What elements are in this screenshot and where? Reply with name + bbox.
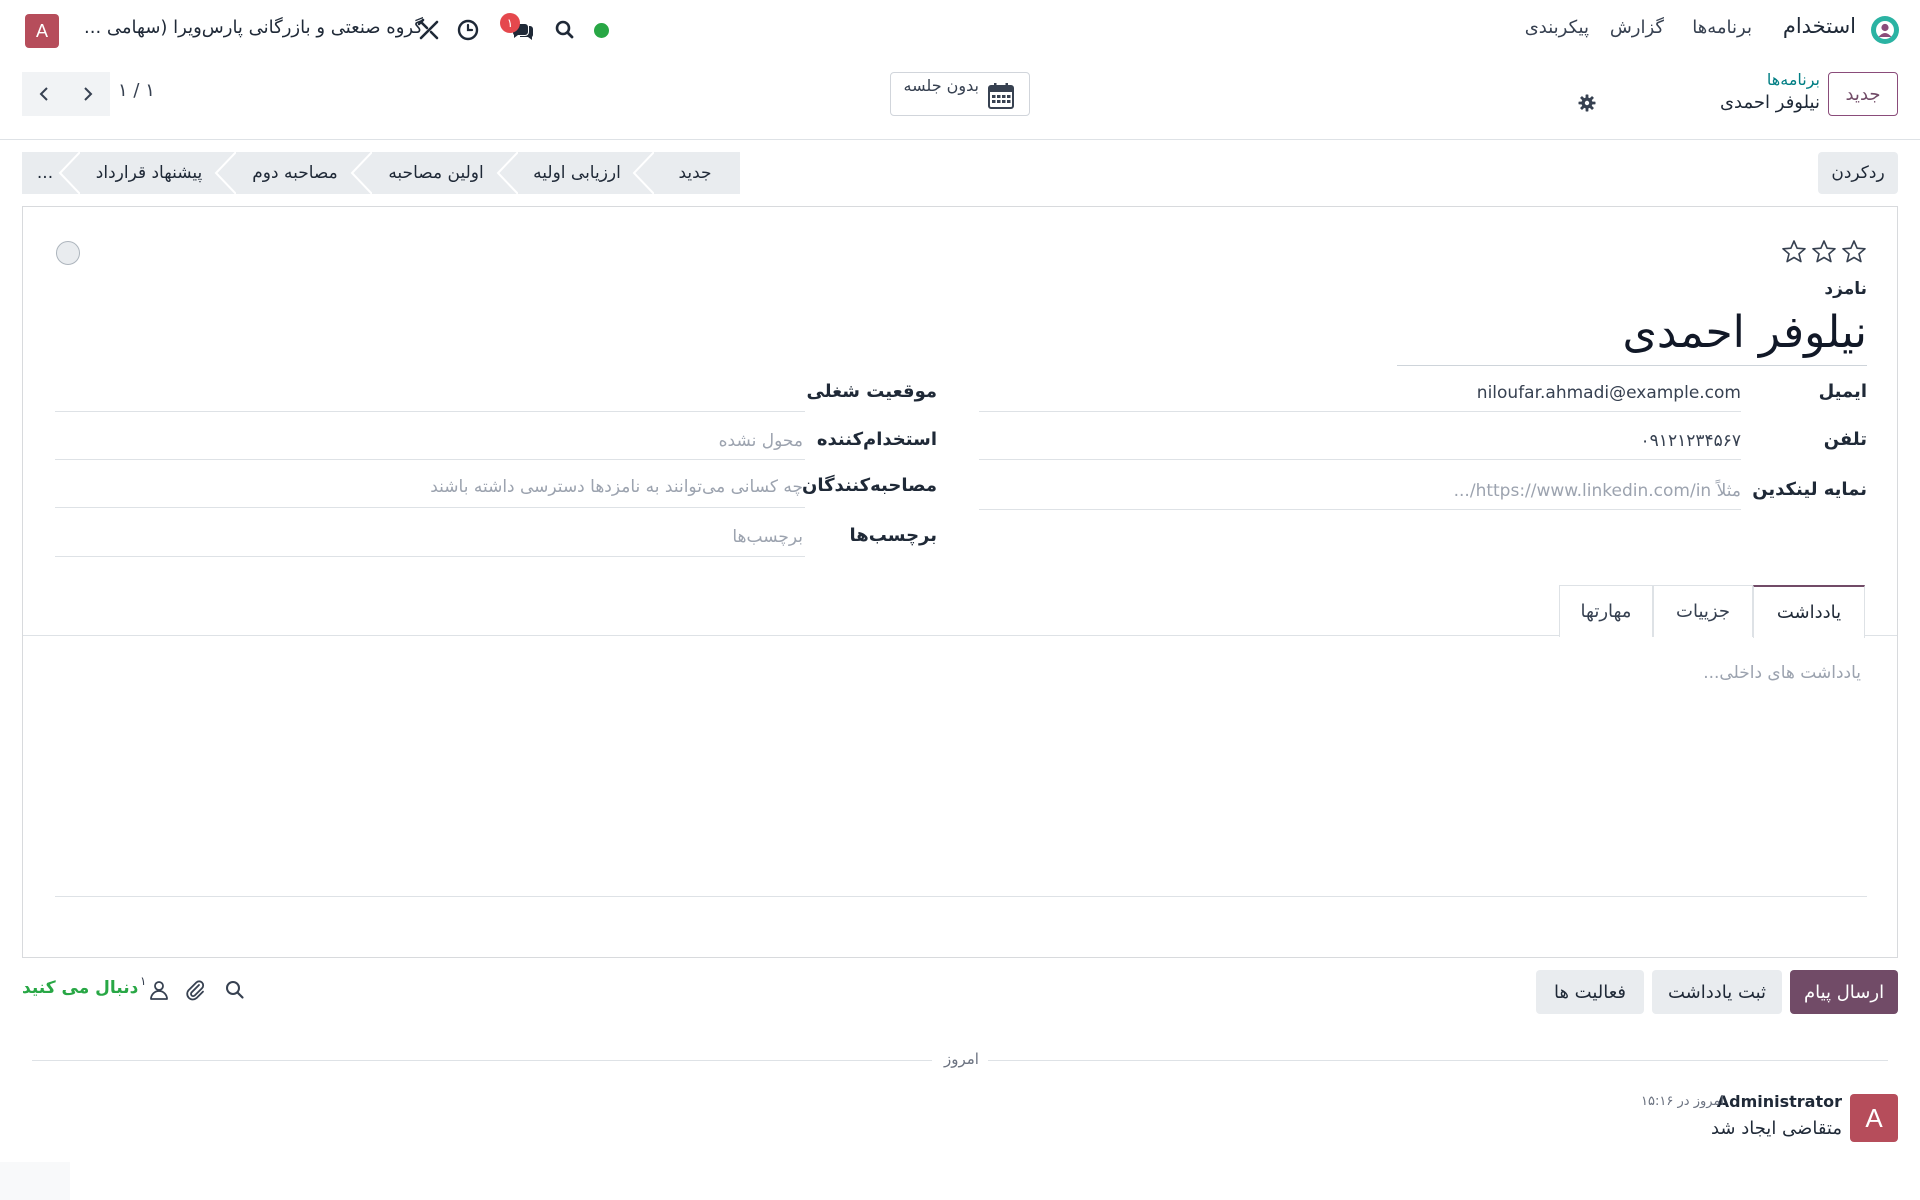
email-label: ایمیل	[1818, 381, 1867, 402]
breadcrumb-parent-link[interactable]: برنامه‌ها	[1767, 70, 1820, 89]
priority-stars[interactable]	[1781, 239, 1867, 265]
user-avatar[interactable]: A	[25, 14, 59, 48]
refuse-button[interactable]: ردکردن	[1818, 152, 1898, 194]
candidate-name-field[interactable]: نیلوفر احمدی	[1622, 307, 1867, 358]
pager-value[interactable]: ۱ / ۱	[118, 80, 155, 101]
meeting-smart-button[interactable]: بدون جلسه	[890, 72, 1030, 116]
date-separator-line	[32, 1060, 932, 1061]
phone-underline	[979, 459, 1741, 460]
chevron-right-icon	[84, 87, 93, 101]
corner-watermark	[0, 1162, 70, 1200]
log-note-button[interactable]: ثبت یادداشت	[1652, 970, 1782, 1014]
interviewers-underline	[55, 507, 805, 508]
candidate-label: نامزد	[1824, 279, 1867, 299]
interviewers-field[interactable]: چه کسانی می‌توانند به نامزدها دسترسی داش…	[430, 477, 803, 497]
attachment-paperclip-icon[interactable]	[183, 978, 207, 1002]
followers-count: ۱	[140, 974, 147, 988]
meeting-label: بدون جلسه	[903, 76, 979, 95]
recruiter-label: استخدام‌کننده	[816, 429, 937, 450]
linkedin-field[interactable]: مثلاً https://www.linkedin.com/in/...	[1454, 481, 1741, 501]
calendar-icon	[988, 83, 1014, 109]
stage-initial-qualification[interactable]: ارزیابی اولیه	[512, 152, 642, 194]
tab-skills[interactable]: مهارتها	[1559, 585, 1653, 637]
top-navbar: استخدام برنامه‌ها گزارش پیکربندی ۱ گروه …	[0, 0, 1920, 60]
message-author-name[interactable]: Administrator	[1717, 1092, 1842, 1111]
recruiter-field[interactable]: محول نشده	[719, 431, 803, 451]
message-date: امروز در ۱۵:۱۶	[1641, 1094, 1724, 1109]
linkedin-label: نمایه لینکدین	[1752, 479, 1867, 500]
job-position-label: موقعیت شغلی	[806, 381, 937, 402]
pager-next-button[interactable]	[66, 72, 110, 116]
new-record-button[interactable]: جدید	[1828, 72, 1898, 116]
tags-field[interactable]: برچسب‌ها	[732, 527, 803, 547]
tags-label: برچسب‌ها	[849, 525, 937, 546]
menu-configuration[interactable]: پیکربندی	[1525, 17, 1589, 38]
menu-reporting[interactable]: گزارش	[1610, 17, 1664, 38]
email-underline	[979, 411, 1741, 412]
recruitment-app-icon[interactable]	[1870, 15, 1900, 45]
phone-field[interactable]: ۰۹۱۲۱۲۳۴۵۶۷	[1641, 431, 1741, 451]
following-button[interactable]: دنبال می کنید	[22, 978, 138, 998]
message-author-avatar[interactable]: A	[1850, 1094, 1898, 1142]
tags-underline	[55, 556, 805, 557]
control-panel-divider	[0, 139, 1920, 140]
date-separator-label: امروز	[944, 1050, 979, 1068]
app-brand[interactable]: استخدام	[1783, 14, 1856, 38]
search-icon[interactable]	[552, 17, 578, 43]
search-messages-icon[interactable]	[223, 978, 247, 1002]
interviewers-label: مصاحبه‌کنندگان	[801, 475, 937, 496]
stage-contract-proposal[interactable]: پیشنهاد قرارداد	[76, 152, 222, 194]
breadcrumb-current: نیلوفر احمدی	[1719, 92, 1820, 113]
notes-editor-bottom-border	[55, 896, 1867, 897]
menu-applications[interactable]: برنامه‌ها	[1692, 17, 1752, 38]
company-switcher[interactable]: گروه صنعتی و بازرگانی پارس‌ویرا (سهامی .…	[84, 17, 423, 38]
stage-new[interactable]: جدید	[650, 152, 740, 194]
stage-second-interview[interactable]: مصاحبه دوم	[232, 152, 358, 194]
internal-notes-editor[interactable]: یادداشت های داخلی...	[1703, 663, 1861, 683]
send-message-button[interactable]: ارسال پیام	[1790, 970, 1898, 1014]
followers-user-icon[interactable]	[147, 978, 171, 1002]
kanban-state-indicator[interactable]	[56, 241, 80, 265]
recruiter-underline	[55, 459, 805, 460]
message-body: متقاضی ایجاد شد	[1710, 1118, 1842, 1139]
chevron-left-icon	[39, 87, 48, 101]
pager-previous-button[interactable]	[22, 72, 66, 116]
linkedin-underline	[979, 509, 1741, 510]
candidate-name-underline	[1397, 365, 1867, 366]
stage-statusbar: جدید ارزیابی اولیه اولین مصاحبه مصاحبه د…	[22, 152, 740, 194]
form-sheet: نامزد نیلوفر احمدی ایمیل niloufar.ahmadi…	[22, 206, 1898, 958]
gear-icon[interactable]	[1578, 94, 1596, 112]
clock-activity-icon[interactable]	[455, 17, 481, 43]
stage-first-interview[interactable]: اولین مصاحبه	[368, 152, 504, 194]
phone-label: تلفن	[1823, 429, 1867, 450]
job-position-underline	[55, 411, 805, 412]
tab-details[interactable]: جزییات	[1653, 585, 1753, 637]
email-field[interactable]: niloufar.ahmadi@example.com	[1477, 383, 1741, 403]
presence-status-dot[interactable]	[594, 23, 609, 38]
tab-notes[interactable]: یادداشت	[1753, 585, 1865, 638]
stage-more-dropdown[interactable]: ...	[22, 152, 68, 194]
chat-unread-badge: ۱	[500, 13, 520, 33]
date-separator-line	[988, 1060, 1888, 1061]
activities-button[interactable]: فعالیت ها	[1536, 970, 1644, 1014]
